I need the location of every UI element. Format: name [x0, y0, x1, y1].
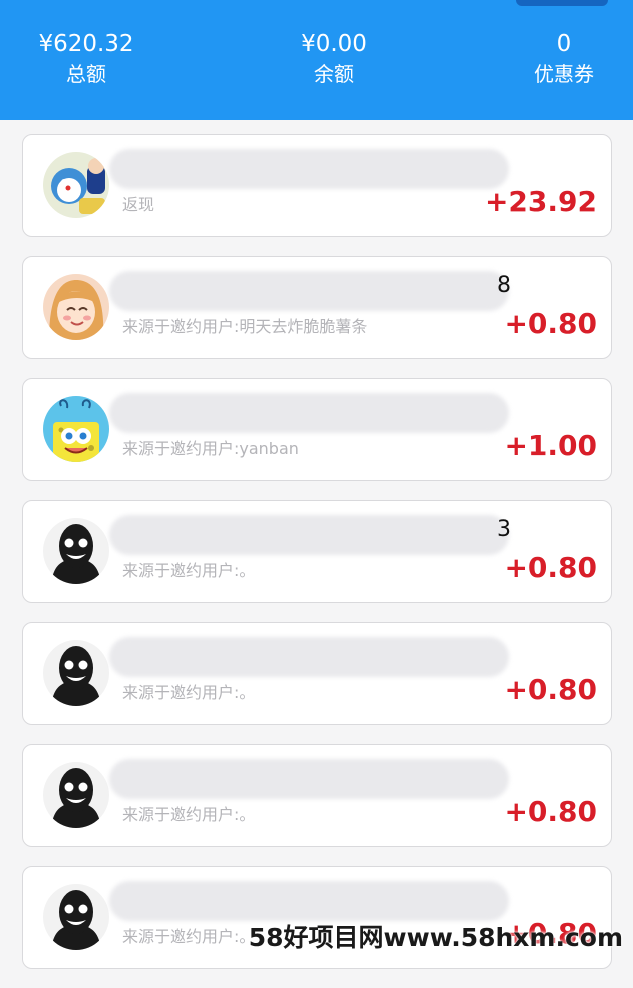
coupon-stat[interactable]: 0 优惠券: [474, 30, 633, 88]
record-title-tail: 3: [497, 517, 511, 542]
earnings-list: 返现 +23.92 8 来源于邀约用户:明天去炸脆脆薯条 +0.80 来源于邀约…: [22, 134, 612, 988]
cartoon-cat-avatar: [43, 152, 109, 218]
record-title-redacted: [109, 149, 509, 189]
earning-record[interactable]: 来源于邀约用户:。 +0.80: [22, 744, 612, 847]
record-subtitle: 来源于邀约用户:。: [122, 927, 256, 946]
record-amount: +1.00: [504, 429, 597, 462]
dark-face-avatar: [43, 762, 109, 828]
site-watermark: 58好项目网www.58hxm.com: [248, 923, 623, 952]
record-amount: +0.80: [504, 307, 597, 340]
coupon-label: 优惠券: [534, 62, 594, 86]
record-title-redacted: [109, 881, 509, 921]
sponge-cartoon-avatar: [43, 396, 109, 462]
earning-record[interactable]: 来源于邀约用户:yanban +1.00: [22, 378, 612, 481]
record-amount: +0.80: [504, 795, 597, 828]
balance-value: ¥0.00: [301, 31, 367, 57]
record-subtitle: 来源于邀约用户:明天去炸脆脆薯条: [122, 317, 368, 336]
earning-record[interactable]: 返现 +23.92: [22, 134, 612, 237]
record-subtitle: 来源于邀约用户:。: [122, 683, 256, 702]
record-title-redacted: [109, 515, 509, 555]
balance-stat[interactable]: ¥0.00 余额: [244, 30, 424, 88]
summary-header: ¥620.32 总额 ¥0.00 余额 0 优惠券: [0, 0, 633, 120]
total-amount-stat[interactable]: ¥620.32 总额: [0, 30, 176, 88]
record-title-redacted: [109, 271, 509, 311]
earning-record[interactable]: 8 来源于邀约用户:明天去炸脆脆薯条 +0.80: [22, 256, 612, 359]
dark-face-avatar: [43, 518, 109, 584]
earning-record[interactable]: 来源于邀约用户:。 +0.80: [22, 622, 612, 725]
record-title-redacted: [109, 393, 509, 433]
record-subtitle: 来源于邀约用户:。: [122, 561, 256, 580]
dark-face-avatar: [43, 640, 109, 706]
record-amount: +0.80: [504, 673, 597, 706]
total-amount-value: ¥620.32: [38, 31, 134, 57]
header-top-button[interactable]: [516, 0, 608, 6]
record-title-redacted: [109, 759, 509, 799]
record-title-redacted: [109, 637, 509, 677]
coupon-value: 0: [556, 31, 572, 57]
record-title-tail: 8: [497, 273, 511, 298]
record-amount: +0.80: [504, 551, 597, 584]
record-subtitle: 来源于邀约用户:yanban: [122, 439, 299, 458]
record-amount: +23.92: [484, 185, 597, 218]
record-subtitle: 来源于邀约用户:。: [122, 805, 256, 824]
balance-label: 余额: [314, 62, 354, 86]
earning-record[interactable]: 3 来源于邀约用户:。 +0.80: [22, 500, 612, 603]
cartoon-girl-avatar: [43, 274, 109, 340]
record-subtitle: 返现: [122, 195, 155, 214]
dark-face-avatar: [43, 884, 109, 950]
total-amount-label: 总额: [66, 62, 106, 86]
